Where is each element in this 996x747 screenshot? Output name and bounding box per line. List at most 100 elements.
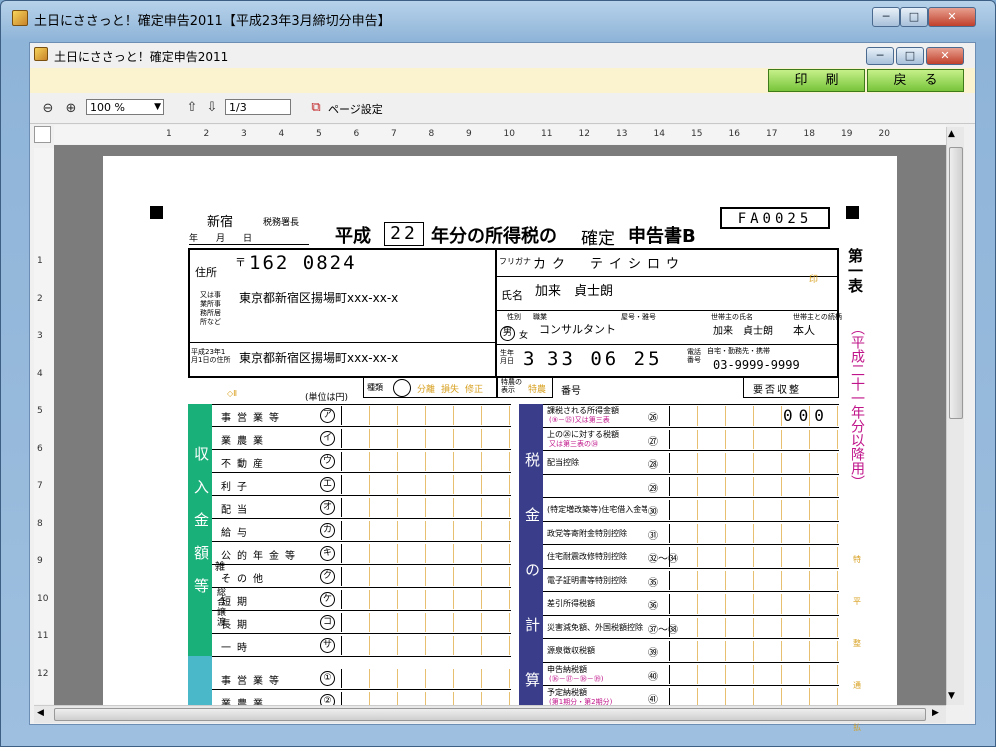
scroll-up-icon[interactable]: ▲ — [948, 129, 955, 139]
margin-label: 整 — [853, 639, 861, 648]
margin-label: 特 — [853, 555, 861, 564]
income-row-cells — [341, 613, 512, 632]
phone-value: 03-9999-9999 — [713, 358, 800, 372]
form-year: 22 — [384, 222, 424, 246]
income-row-label: 短期 — [221, 597, 253, 608]
margin-label: 平 — [853, 597, 861, 606]
ruler-tick: 7 — [391, 129, 397, 139]
ruler-tick: 11 — [541, 129, 553, 139]
ruler-tick: 4 — [37, 368, 43, 379]
stamp-label: 要否収整 — [753, 385, 801, 396]
name-value: 加来 貞士朗 — [535, 284, 614, 299]
ruler-tick: 8 — [37, 518, 43, 529]
tax-row-cells — [669, 476, 840, 496]
ruler-tick: 20 — [878, 129, 890, 139]
birth-date: 33 06 25 — [547, 348, 663, 370]
outer-minimize-button[interactable]: ─ — [872, 7, 900, 27]
birth-label: 生年月日 — [500, 349, 514, 365]
horizontal-scrollbar[interactable]: ◀ ▶ — [34, 705, 946, 723]
ruler-tick: 18 — [803, 129, 815, 139]
ruler-tick: 12 — [37, 668, 49, 679]
ruler-tick: 16 — [728, 129, 740, 139]
zoom-select[interactable]: 100 % ▼ — [86, 99, 164, 115]
tax-row-cells — [669, 617, 840, 637]
ruler-tick: 13 — [616, 129, 628, 139]
type-circle — [393, 379, 411, 397]
tax-row-cells — [669, 429, 840, 449]
sex-label: 性別 — [507, 313, 521, 321]
tax-office-suffix: 税務署長 — [263, 218, 300, 228]
outer-close-button[interactable]: ✕ — [928, 7, 976, 27]
page-input[interactable]: 1/3 — [225, 99, 291, 115]
postal-mark: 〒 — [235, 256, 246, 269]
number-label: 番号 — [561, 386, 581, 397]
zoom-in-icon[interactable]: ⊕ — [63, 101, 79, 117]
tax-row-label: 電子証明書等特別控除 — [547, 575, 627, 585]
scroll-down-icon[interactable]: ▼ — [948, 691, 955, 701]
inner-close-button[interactable]: ✕ — [926, 47, 964, 65]
back-button[interactable]: 戻る — [867, 69, 964, 92]
vertical-scrollbar[interactable]: ▲ ▼ — [946, 127, 964, 705]
tax-row-label: 源泉徴収税額 — [547, 646, 595, 655]
tax-row-mark: ㊴ — [648, 648, 658, 659]
type-option: 損失 — [441, 385, 460, 395]
horizontal-scroll-thumb[interactable] — [54, 708, 926, 721]
furigana-label: フリガナ — [499, 257, 531, 266]
ruler-tick: 6 — [353, 129, 360, 139]
app-icon — [12, 10, 28, 26]
ruler-tick: 19 — [841, 129, 853, 139]
zoom-out-icon[interactable]: ⊖ — [40, 101, 56, 117]
type-option: 分離 — [417, 385, 436, 395]
tax-row-sub: 又は第三表の㉞ — [549, 439, 598, 448]
income-row-mark: ク — [320, 569, 335, 584]
tax-row-label: 住宅耐震改修特別控除 — [547, 552, 627, 561]
name-label: 氏名 — [501, 289, 523, 302]
ruler-tick: 6 — [37, 443, 43, 454]
side-note: （平成二十一年分以降用） — [849, 321, 865, 489]
income-row-label: 配当 — [221, 505, 253, 516]
income-row-cells — [341, 590, 512, 609]
prev-page-icon[interactable]: ⇧ — [184, 100, 200, 116]
tax-form-page: 新宿 税務署長 年 月 日 平成 22 年分の所得税の 確定 申告書B FA00… — [103, 156, 897, 732]
tax-row-mark: ㊵ — [648, 671, 658, 683]
ruler-tick: 2 — [37, 293, 43, 304]
tax-row-label: (特定増改築等)住宅借入金等特別控除 — [547, 505, 647, 514]
inner-maximize-button[interactable]: □ — [896, 47, 924, 65]
income-row-label: 一時 — [221, 643, 253, 654]
income-row-mark: コ — [320, 615, 335, 630]
income-row-mark: ア — [320, 408, 335, 423]
income-row-mark: キ — [320, 546, 335, 561]
type-options: 分離 損失 修正 — [417, 382, 489, 395]
tax-row-sub: (㊱－㊲－㊳－㊴) — [549, 674, 604, 683]
tax-row-cells — [669, 453, 840, 473]
next-page-icon[interactable]: ⇩ — [204, 100, 220, 116]
inner-minimize-button[interactable]: ─ — [866, 47, 894, 65]
income-row-mark: ① — [320, 671, 335, 686]
income-row-mark: サ — [320, 638, 335, 653]
print-button[interactable]: 印刷 — [768, 69, 865, 92]
zoom-value: 100 % — [90, 101, 125, 114]
tax-row-mark: ㊱ — [648, 601, 658, 612]
ruler-tick: 7 — [37, 481, 43, 491]
ruler-tick: 1 — [37, 256, 43, 266]
ruler-tick: 9 — [37, 556, 43, 566]
page-setup-icon[interactable]: ⧉ — [308, 100, 324, 116]
type-option: 修正 — [465, 385, 484, 395]
tax-row-mark: ㉘ — [648, 460, 658, 471]
tax-row-cells — [669, 523, 840, 543]
date-line: 年 月 日 — [189, 231, 309, 245]
tax-row-mark: ㉙ — [648, 483, 658, 495]
ruler-tick: 15 — [691, 129, 703, 139]
outer-maximize-button[interactable]: □ — [900, 7, 928, 27]
toolbar — [30, 95, 975, 124]
head-label: 世帯主の氏名 — [711, 313, 753, 321]
scroll-left-icon[interactable]: ◀ — [37, 708, 44, 718]
registration-mark — [150, 206, 163, 219]
tax-row-cells — [669, 570, 840, 590]
income-row-mark: ケ — [320, 592, 335, 607]
vertical-scroll-thumb[interactable] — [949, 147, 963, 419]
page-setup-label[interactable]: ページ設定 — [328, 101, 383, 117]
income-row-cells — [341, 452, 512, 471]
scroll-right-icon[interactable]: ▶ — [932, 708, 939, 718]
income-row-cells — [341, 636, 512, 655]
